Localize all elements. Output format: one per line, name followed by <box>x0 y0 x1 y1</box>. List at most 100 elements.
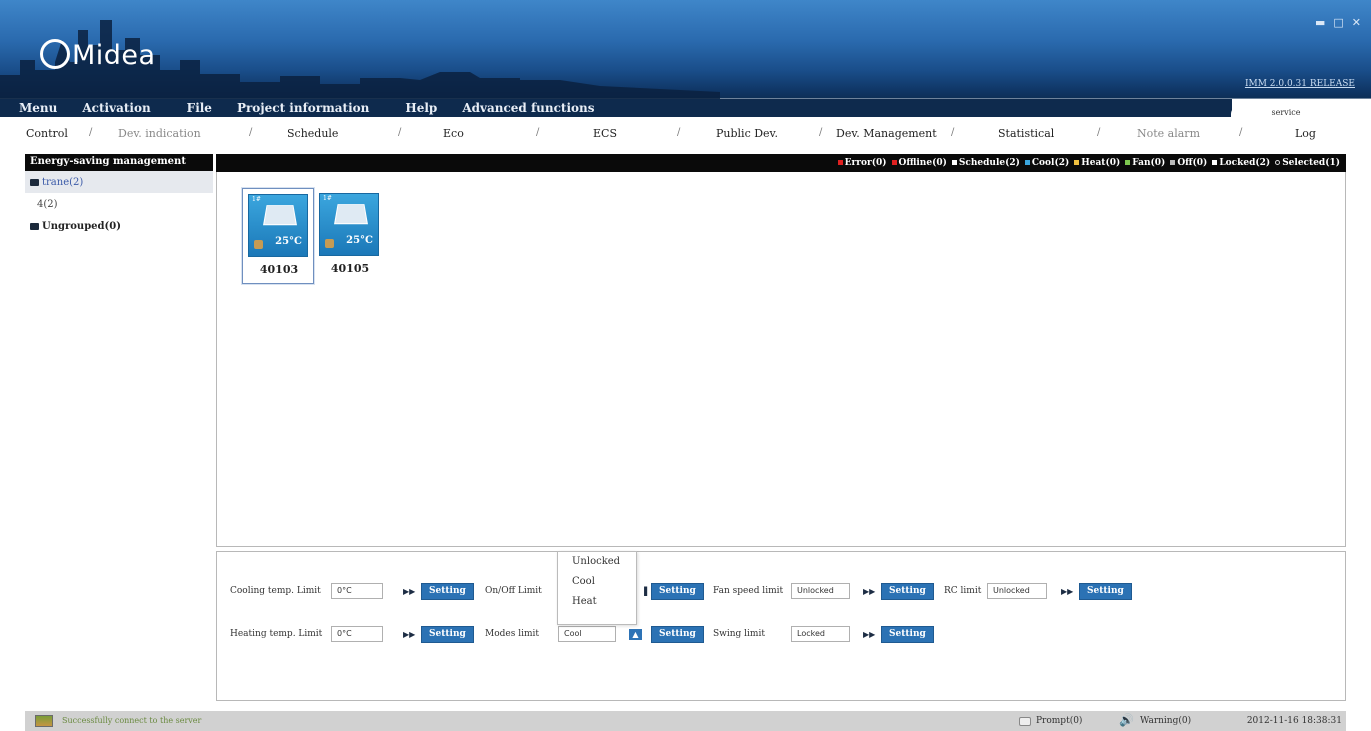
legend-label: Fan(0) <box>1132 158 1166 168</box>
tab-note-alarm[interactable]: Note alarm <box>1137 127 1200 140</box>
warning-count[interactable]: Warning(0) <box>1140 716 1191 726</box>
speaker-warning-icon: 🔊 <box>1119 713 1134 727</box>
tab-public-dev[interactable]: Public Dev. <box>716 127 778 140</box>
tab-statistical[interactable]: Statistical <box>998 127 1054 140</box>
modes-setting-button[interactable]: Setting <box>651 626 704 643</box>
maximize-icon[interactable]: □ <box>1333 16 1343 29</box>
tab-separator: / <box>536 127 540 138</box>
arrow-icon: ▶▶ <box>863 630 876 639</box>
tab-separator: / <box>677 127 681 138</box>
legend-label: Locked(2) <box>1219 158 1271 168</box>
minimize-icon[interactable]: ▬ <box>1315 16 1325 29</box>
brand-name: Midea <box>72 40 156 71</box>
schedule-icon <box>951 160 957 165</box>
prompt-count[interactable]: Prompt(0) <box>1036 716 1082 726</box>
tab-log[interactable]: Log <box>1295 127 1316 140</box>
legend-locked: Locked(2) <box>1212 158 1270 168</box>
modes-limit-select[interactable]: Cool <box>558 626 616 642</box>
menu-item-project-information[interactable]: Project information <box>237 101 369 115</box>
legend-heat: Heat(0) <box>1074 158 1120 168</box>
modes-dropdown-list: Unlocked Cool Heat <box>557 551 637 625</box>
status-timestamp: 2012-11-16 18:38:31 <box>1246 716 1342 726</box>
tab-separator: / <box>1239 127 1243 138</box>
device-number: 1# <box>252 196 261 203</box>
cassette-unit-icon <box>334 204 368 225</box>
chevron-up-icon[interactable]: ▲ <box>629 629 642 640</box>
tab-dev-management[interactable]: Dev. Management <box>836 127 937 140</box>
service-tab[interactable]: service <box>1231 106 1341 122</box>
device-number: 1# <box>323 195 332 202</box>
device-tile[interactable]: 1# 25°C 40103 <box>242 188 314 284</box>
menu-item-activation[interactable]: Activation <box>82 101 150 115</box>
heat-icon <box>1074 160 1080 165</box>
sidebar-title: Energy-saving management <box>25 154 213 171</box>
window-controls: ▬ □ ✕ <box>1315 16 1361 29</box>
status-bar: Successfully connect to the server Promp… <box>25 711 1346 731</box>
status-message: Successfully connect to the server <box>62 716 202 725</box>
dropdown-option-heat[interactable]: Heat <box>558 592 636 612</box>
lock-icon <box>325 239 334 248</box>
fan-icon <box>1125 160 1131 165</box>
sidebar-item-ungrouped[interactable]: Ungrouped(0) <box>25 215 213 237</box>
fan-speed-limit-field[interactable]: Unlocked <box>791 583 850 599</box>
fan-speed-setting-button[interactable]: Setting <box>881 583 934 600</box>
header-banner: Midea ▬ □ ✕ IMM 2.0.0.31 RELEASE Menu Ac… <box>0 0 1371 122</box>
cooling-setting-button[interactable]: Setting <box>421 583 474 600</box>
sidebar-item-trane[interactable]: trane(2) <box>25 171 213 193</box>
arrow-icon: ▶▶ <box>403 630 416 639</box>
arrow-icon: ▶▶ <box>1061 587 1074 596</box>
legend-cool: Cool(2) <box>1024 158 1069 168</box>
legend-label: Error(0) <box>844 158 887 168</box>
tab-separator: / <box>398 127 402 138</box>
sidebar-item-4[interactable]: 4(2) <box>25 193 213 215</box>
tab-separator: / <box>89 127 93 138</box>
tab-separator: / <box>249 127 253 138</box>
error-icon <box>837 160 843 165</box>
legend-label: Selected(1) <box>1282 158 1340 168</box>
legend-selected: Selected(1) <box>1275 158 1340 168</box>
dropdown-option-unlocked[interactable]: Unlocked <box>558 552 636 572</box>
offline-icon <box>891 160 897 165</box>
legend-error: Error(0) <box>837 158 887 168</box>
dropdown-option-cool[interactable]: Cool <box>558 572 636 592</box>
rc-setting-button[interactable]: Setting <box>1079 583 1132 600</box>
sidebar-item-label: trane(2) <box>42 176 84 188</box>
legend-off: Off(0) <box>1170 158 1207 168</box>
swing-limit-field[interactable]: Locked <box>791 626 850 642</box>
legend-label: Schedule(2) <box>958 158 1020 168</box>
legend-offline: Offline(0) <box>891 158 947 168</box>
selected-icon <box>1275 160 1281 165</box>
device-image: 1# 25°C <box>319 193 379 256</box>
close-icon[interactable]: ✕ <box>1352 16 1361 29</box>
device-tile[interactable]: 1# 25°C 40105 <box>314 188 386 284</box>
sidebar-item-label: Ungrouped(0) <box>42 220 121 232</box>
nav-tabs: Control / Dev. indication / Schedule / E… <box>0 121 1371 147</box>
menu-item-file[interactable]: File <box>187 101 212 115</box>
menu-item-help[interactable]: Help <box>405 101 437 115</box>
tab-eco[interactable]: Eco <box>443 127 464 140</box>
onoff-setting-button[interactable]: Setting <box>651 583 704 600</box>
rc-limit-field[interactable]: Unlocked <box>987 583 1047 599</box>
cooling-limit-field[interactable]: 0°C <box>331 583 383 599</box>
tab-dev-indication[interactable]: Dev. indication <box>118 127 201 140</box>
group-icon <box>30 178 39 186</box>
swing-setting-button[interactable]: Setting <box>881 626 934 643</box>
cooling-limit-label: Cooling temp. Limit <box>230 586 321 596</box>
limit-control-panel: Cooling temp. Limit 0°C ▶▶ Setting On/Of… <box>216 551 1346 701</box>
device-name: 40103 <box>259 263 299 276</box>
menu-item-menu[interactable]: Menu <box>19 101 57 115</box>
lock-icon <box>254 240 263 249</box>
version-label: IMM 2.0.0.31 RELEASE <box>1244 79 1355 89</box>
legend-label: Off(0) <box>1177 158 1208 168</box>
menu-item-advanced-functions[interactable]: Advanced functions <box>462 101 594 115</box>
app-window: Midea ▬ □ ✕ IMM 2.0.0.31 RELEASE Menu Ac… <box>0 0 1371 731</box>
lock-icon <box>1212 160 1218 165</box>
heating-limit-field[interactable]: 0°C <box>331 626 383 642</box>
tab-schedule[interactable]: Schedule <box>287 127 338 140</box>
arrow-icon: ▶▶ <box>863 587 876 596</box>
tab-control[interactable]: Control <box>26 127 68 140</box>
sidebar-item-label: 4(2) <box>37 198 58 210</box>
heating-setting-button[interactable]: Setting <box>421 626 474 643</box>
legend-label: Heat(0) <box>1081 158 1121 168</box>
tab-ecs[interactable]: ECS <box>593 127 617 140</box>
